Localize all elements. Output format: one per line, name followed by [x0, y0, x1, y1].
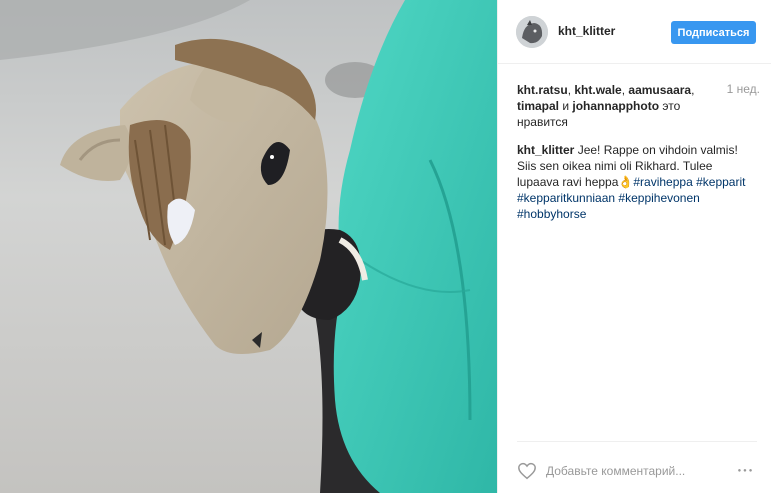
author-avatar[interactable]	[516, 16, 548, 48]
hashtag[interactable]: #keppihevonen	[618, 191, 699, 205]
comment-input[interactable]	[546, 462, 726, 480]
hashtag[interactable]: #kepparitkunniaan	[517, 191, 615, 205]
like-user-5[interactable]: johannapphoto	[572, 99, 659, 113]
hashtag[interactable]: #kepparit	[696, 175, 745, 189]
post-caption: kht_klitter Jee! Rappe on vihdoin valmis…	[517, 142, 757, 222]
post-timestamp[interactable]: 1 нед.	[722, 82, 760, 96]
hashtag[interactable]: #raviheppa	[633, 175, 692, 189]
like-user-2[interactable]: kht.wale	[574, 83, 621, 97]
hobby-horse-photo	[0, 0, 497, 493]
post-photo[interactable]	[0, 0, 497, 493]
post-sidebar: kht_klitter Подписаться kht.ratsu, kht.w…	[497, 0, 771, 493]
like-user-1[interactable]: kht.ratsu	[517, 83, 568, 97]
author-username[interactable]: kht_klitter	[558, 24, 615, 38]
like-user-4[interactable]: timapal	[517, 99, 559, 113]
avatar-image	[516, 16, 548, 48]
likes-separator: и	[559, 99, 573, 113]
like-user-3[interactable]: aamusaara	[628, 83, 691, 97]
heart-icon[interactable]	[517, 462, 537, 480]
post-header: kht_klitter Подписаться	[498, 0, 771, 64]
ok-hand-emoji: 👌	[618, 175, 634, 189]
likes-separator: ,	[691, 83, 695, 97]
likes-summary: kht.ratsu, kht.wale, aamusaara, timapal …	[517, 82, 722, 130]
ellipsis-icon[interactable]: ●●●	[734, 462, 758, 480]
divider	[517, 441, 757, 442]
follow-button[interactable]: Подписаться	[671, 21, 756, 44]
caption-username[interactable]: kht_klitter	[517, 143, 574, 157]
hashtag[interactable]: #hobbyhorse	[517, 207, 586, 221]
